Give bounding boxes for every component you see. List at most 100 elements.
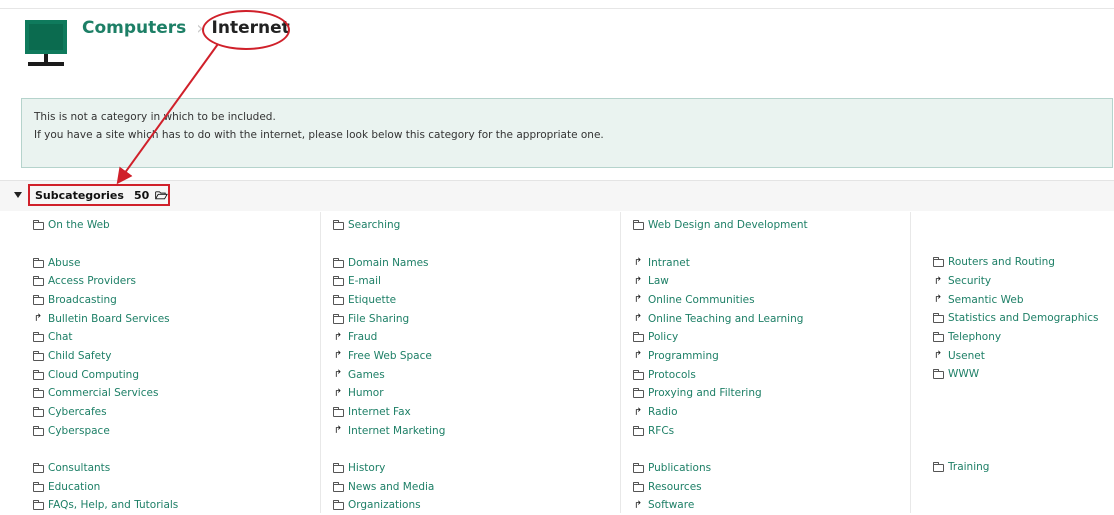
symlink-arrow-icon: ↱ [633,275,643,287]
folder-icon [932,369,944,380]
subcategory-link[interactable]: FAQs, Help, and Tutorials [32,496,302,515]
folder-icon [632,369,644,380]
subcategory-label: Internet Fax [348,406,411,419]
folder-icon [632,462,644,473]
subcategories-count: 50 [133,188,150,202]
symlink-arrow-icon: ↱ [633,406,643,418]
folder-icon [32,220,44,231]
subcategory-link[interactable]: Proxying and Filtering [632,384,902,403]
subcategory-label: Abuse [48,256,81,269]
symlink-arrow-icon: ↱ [633,499,643,511]
subcategory-label: Law [648,275,669,288]
subcategory-link[interactable]: ↱ Security [932,272,1114,291]
folder-icon [932,313,944,324]
subcategory-link[interactable]: Broadcasting [32,291,302,310]
subcategory-link[interactable]: Statistics and Demographics [932,309,1114,328]
subcategory-link[interactable]: Publications [632,459,902,478]
subcategory-link[interactable]: ↱ Fraud [332,328,602,347]
folder-icon [32,425,44,436]
subcategory-link[interactable]: Domain Names [332,253,602,272]
subcategory-link[interactable]: Training [932,458,1114,477]
subcategory-link[interactable]: Education [32,477,302,496]
subcategory-link[interactable]: News and Media [332,477,602,496]
subcategory-link[interactable]: Cloud Computing [32,365,302,384]
subcategory-link[interactable]: Searching [332,216,602,235]
subcategory-link[interactable]: Commercial Services [32,384,302,403]
subcategory-link[interactable]: ↱ Online Teaching and Learning [632,309,902,328]
subcategory-link[interactable]: Resources [632,477,902,496]
subcategory-link[interactable]: WWW [932,365,1114,384]
subcategory-link[interactable]: Etiquette [332,291,602,310]
subcategory-link[interactable]: Policy [632,328,902,347]
subcategory-label: Training [948,461,990,474]
subcategory-link[interactable]: ↱ Law [632,272,902,291]
folder-icon [332,220,344,231]
subcategory-link[interactable]: ↱ Online Communities [632,291,902,310]
computer-monitor-icon [25,20,67,66]
subcategory-label: Protocols [648,368,696,381]
subcategory-link[interactable]: ↱ Internet Marketing [332,421,602,440]
category-notice: This is not a category in which to be in… [21,98,1113,168]
symlink-arrow-icon: ↱ [933,294,943,306]
subcategory-link[interactable]: Protocols [632,365,902,384]
subcategory-link[interactable]: ↱ Intranet [632,253,902,272]
subcategory-link[interactable]: History [332,459,602,478]
subcategory-column-4: Routers and Routing ↱ Security ↱ Semantic We… [932,216,1114,477]
subcategory-link[interactable]: ↱ Free Web Space [332,347,602,366]
notice-line-2: If you have a site which has to do with … [34,129,604,141]
subcategory-link[interactable]: ↱ Games [332,365,602,384]
subcategory-label: File Sharing [348,312,410,325]
subcategory-link[interactable]: Child Safety [32,347,302,366]
subcategory-link[interactable]: Routers and Routing [932,253,1114,272]
subcategory-label: Usenet [948,349,985,362]
subcategory-link[interactable]: ↱ Semantic Web [932,290,1114,309]
subcategory-label: Intranet [648,256,690,269]
subcategories-toggle[interactable]: Subcategories 50 [28,184,170,206]
subcategory-link[interactable]: ↱ Programming [632,347,902,366]
page-title: Internet [201,10,290,50]
subcategory-label: Radio [648,406,678,419]
subcategory-column-2: Searching Domain Names E-mail Etiquette File… [332,216,602,515]
symlink-arrow-icon: ↱ [633,313,643,325]
subcategory-link[interactable]: Telephony [932,328,1114,347]
collapse-triangle-icon[interactable] [14,192,22,198]
folder-icon [332,462,344,473]
subcategory-label: Cyberspace [48,424,110,437]
subcategory-link[interactable]: RFCs [632,421,902,440]
subcategory-link[interactable]: Organizations [332,496,602,515]
symlink-arrow-icon: ↱ [633,350,643,362]
subcategory-link[interactable]: ↱ Humor [332,384,602,403]
subcategory-link[interactable]: ↱ Software [632,496,902,515]
subcategory-label: Consultants [48,461,111,474]
folder-icon [332,257,344,268]
subcategory-label: Etiquette [348,293,397,306]
subcategory-link[interactable]: Internet Fax [332,403,602,422]
subcategory-label: Domain Names [348,256,429,269]
subcategory-link[interactable]: Consultants [32,459,302,478]
subcategory-link[interactable]: Abuse [32,253,302,272]
subcategory-label: Software [648,499,695,512]
folder-icon [32,350,44,361]
subcategory-link[interactable]: File Sharing [332,309,602,328]
subcategory-link[interactable]: E-mail [332,272,602,291]
subcategory-link[interactable]: Cybercafes [32,403,302,422]
subcategory-link[interactable]: On the Web [32,216,302,235]
subcategory-link[interactable]: ↱ Usenet [932,346,1114,365]
subcategory-link[interactable]: Chat [32,328,302,347]
subcategory-link[interactable]: Web Design and Development [632,216,902,235]
open-folder-icon [155,191,168,200]
subcategory-link[interactable]: Cyberspace [32,421,302,440]
annotation-circle [201,10,290,50]
subcategory-link[interactable]: ↱ Radio [632,403,902,422]
folder-icon [632,332,644,343]
subcategory-link[interactable]: ↱ Bulletin Board Services [32,309,302,328]
subcategory-link[interactable]: Access Providers [32,272,302,291]
folder-icon [32,481,44,492]
breadcrumb-link-computers[interactable]: Computers [82,18,186,38]
